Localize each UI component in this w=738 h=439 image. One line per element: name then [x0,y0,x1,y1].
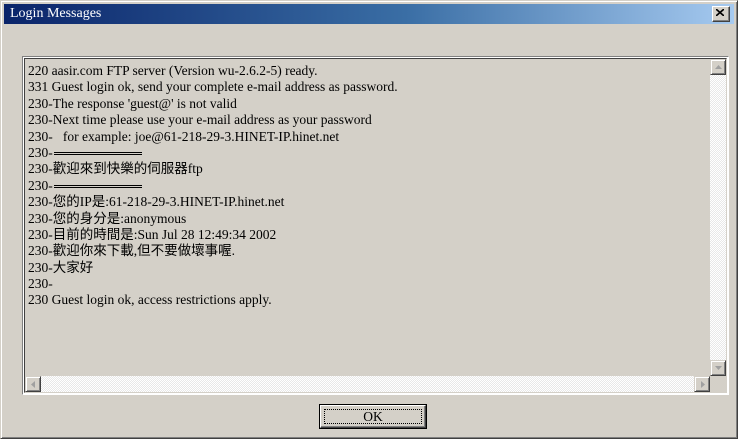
double-rule [53,152,142,156]
arrow-right-icon [701,381,705,388]
scroll-left-button[interactable] [25,376,41,392]
arrow-up-icon [715,65,722,69]
message-line-separator: 230- [28,178,694,194]
message-line: 230-The response 'guest@' is not valid [28,95,237,111]
message-line: 220 aasir.com FTP server (Version wu-2.6… [28,63,318,78]
double-rule [53,185,142,189]
login-messages-dialog: Login Messages 220 aasir.com FTP server … [0,0,738,439]
message-line: 230-目前的時間是:Sun Jul 28 12:49:34 2002 [28,226,277,242]
ok-button[interactable]: OK [319,404,427,429]
message-line: 230- [28,276,53,292]
messages-text-area[interactable]: 220 aasir.com FTP server (Version wu-2.6… [22,56,729,395]
message-line: 230-大家好 [28,259,94,275]
horizontal-scrollbar[interactable] [25,376,710,392]
scrollbar-corner [710,376,726,392]
arrow-down-icon [715,366,722,370]
ok-button-label: OK [363,409,383,424]
separator-prefix: 230- [28,144,53,160]
message-line: 230-您的身分是:anonymous [28,210,187,226]
scroll-up-button[interactable] [710,59,726,75]
message-line: 230-Next time please use your e-mail add… [28,112,372,128]
message-line: 331 Guest login ok, send your complete e… [28,79,398,95]
close-button[interactable] [712,6,730,22]
message-line-separator: 230- [28,145,694,161]
vertical-scrollbar[interactable] [710,59,726,376]
message-line: 230 Guest login ok, access restrictions … [28,292,272,308]
message-line: 230-歡迎你來下載,但不要做壞事喔. [28,243,235,259]
separator-prefix: 230- [28,177,53,193]
messages-content: 220 aasir.com FTP server (Version wu-2.6… [28,63,694,309]
message-line: 230- for example: joe@61-218-29-3.HINET-… [28,128,340,144]
scroll-down-button[interactable] [710,360,726,376]
message-line: 230-歡迎來到快樂的伺服器ftp [28,161,203,177]
message-line: 230-您的IP是:61-218-29-3.HINET-IP.hinet.net [28,194,285,210]
title-bar[interactable]: Login Messages [4,4,734,24]
close-icon [716,9,724,16]
scroll-right-button[interactable] [694,376,710,392]
arrow-left-icon [31,381,35,388]
window-title: Login Messages [10,6,102,21]
